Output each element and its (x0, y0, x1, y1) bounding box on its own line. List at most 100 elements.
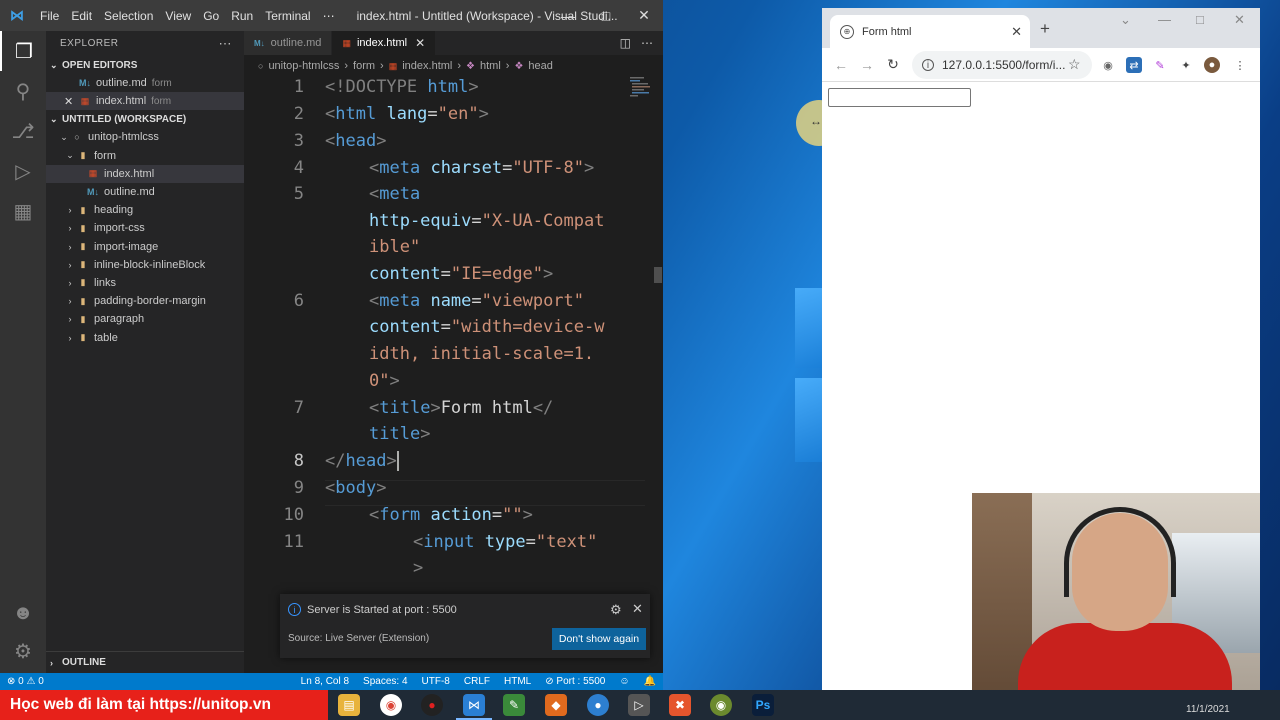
screen-capture-extension-icon[interactable]: ⇄ (1126, 57, 1142, 73)
vscode-taskbar-icon[interactable]: ⋈ (456, 694, 492, 720)
problems-indicator[interactable]: ⊗ 0 ⚠ 0 (0, 676, 51, 687)
language-mode[interactable]: HTML (497, 676, 538, 687)
notification-gear-icon[interactable]: ⚙ (610, 602, 622, 618)
app-icon[interactable]: ◉ (710, 694, 732, 716)
account-icon[interactable]: ☻ (0, 593, 46, 633)
address-bar[interactable]: i 127.0.0.1:5500/form/i... (912, 51, 1092, 79)
close-tab-icon[interactable]: ✕ (415, 36, 425, 50)
workspace-section[interactable]: ⌄ UNTITLED (WORKSPACE) (46, 110, 244, 128)
folder-item[interactable]: › ▮ links (46, 274, 244, 292)
close-icon[interactable]: ✕ (1234, 12, 1245, 28)
breadcrumb-item[interactable]: html (480, 60, 501, 72)
menu-terminal[interactable]: Terminal (259, 9, 316, 23)
search-icon[interactable]: ⚲ (0, 71, 46, 111)
app-icon[interactable]: ● (587, 694, 609, 716)
site-info-icon[interactable]: i (922, 59, 934, 71)
folder-item-root[interactable]: ⌄ ○ unitop-htmlcss (46, 128, 244, 146)
minimize-icon[interactable]: — (1158, 12, 1171, 27)
menu-selection[interactable]: Selection (98, 9, 159, 23)
close-icon[interactable]: ✕ (625, 0, 663, 31)
open-editor-item[interactable]: ✕ ▦ index.html form (46, 92, 244, 111)
menu-view[interactable]: View (159, 9, 197, 23)
minimize-icon[interactable]: — (549, 0, 587, 31)
system-clock[interactable]: 11/1/2021 (1186, 704, 1230, 715)
folder-item[interactable]: › ▮ padding-border-margin (46, 292, 244, 310)
minimap[interactable] (630, 77, 652, 107)
breadcrumb-item[interactable]: index.html (402, 60, 452, 72)
code-editor[interactable]: 1 2 3 4 5 6 7 8 9 10 11 <!DOCTYPE html> <html lang… (244, 77, 663, 673)
maximize-icon[interactable]: □ (587, 0, 625, 31)
feedback-icon[interactable]: ☺ (612, 676, 636, 687)
reload-icon[interactable]: ↻ (880, 56, 906, 73)
outline-section[interactable]: › OUTLINE (46, 651, 244, 673)
forward-icon[interactable]: → (854, 57, 880, 73)
outline-label: OUTLINE (62, 657, 106, 668)
indentation[interactable]: Spaces: 4 (356, 676, 414, 687)
new-tab-icon[interactable]: + (1040, 19, 1050, 39)
encoding[interactable]: UTF-8 (415, 676, 457, 687)
pen-extension-icon[interactable]: ✎ (1152, 57, 1168, 73)
tab-search-chevron-icon[interactable]: ⌄ (1120, 12, 1131, 28)
camera-extension-icon[interactable]: ◉ (1100, 57, 1116, 73)
file-item-index[interactable]: ▦ index.html (46, 164, 244, 183)
open-editor-item[interactable]: M↓ outline.md form (46, 74, 244, 92)
chrome-tab-strip: ⊕ Form html ✕ + ⌄ — □ ✕ (822, 8, 1260, 48)
file-item-outline[interactable]: M↓ outline.md (46, 183, 244, 201)
notifications-bell-icon[interactable]: 🔔 (637, 676, 663, 687)
profile-avatar[interactable]: ● (1204, 57, 1220, 73)
browser-tab[interactable]: ⊕ Form html ✕ (830, 15, 1030, 48)
extensions-icon[interactable]: ▦ (0, 191, 46, 231)
menu-edit[interactable]: Edit (65, 9, 98, 23)
back-icon[interactable]: ← (828, 57, 854, 73)
maximize-icon[interactable]: □ (1196, 12, 1204, 27)
explorer-icon[interactable]: ❐ (0, 31, 46, 71)
open-editors-section[interactable]: ⌄ OPEN EDITORS (46, 56, 244, 74)
more-actions-icon[interactable]: ⋯ (219, 36, 233, 52)
breadcrumb-item[interactable]: head (528, 60, 552, 72)
manage-gear-icon[interactable]: ⚙ (0, 631, 46, 671)
extensions-puzzle-icon[interactable]: ✦ (1178, 57, 1194, 73)
tab-index-html[interactable]: ▦ index.html ✕ (332, 31, 437, 55)
end-of-line[interactable]: CRLF (457, 676, 497, 687)
vertical-scrollbar[interactable] (654, 267, 662, 283)
markdown-file-icon: M↓ (87, 187, 99, 198)
tab-outline-md[interactable]: M↓ outline.md (244, 31, 333, 55)
folder-item[interactable]: › ▮ import-css (46, 219, 244, 237)
menu-go[interactable]: Go (197, 9, 225, 23)
folder-item[interactable]: › ▮ import-image (46, 238, 244, 256)
xampp-icon[interactable]: ✖ (669, 694, 691, 716)
file-explorer-icon[interactable]: ▤ (338, 694, 360, 716)
app-icon[interactable]: ◆ (545, 694, 567, 716)
notification-close-icon[interactable]: ✕ (632, 601, 643, 617)
photoshop-icon[interactable]: Ps (752, 694, 774, 716)
folder-item[interactable]: › ▮ inline-block-inlineBlock (46, 256, 244, 274)
source-control-icon[interactable]: ⎇ (0, 111, 46, 151)
breadcrumb-item[interactable]: unitop-htmlcss (268, 60, 339, 72)
chrome-taskbar-icon[interactable]: ◉ (380, 694, 402, 716)
vscode-logo-icon: ⋈ (10, 7, 24, 23)
run-debug-icon[interactable]: ▷ (0, 151, 46, 191)
menu-more[interactable]: ⋯ (317, 9, 341, 23)
breadcrumb-item[interactable]: form (353, 60, 375, 72)
live-server-port[interactable]: ⊘ Port : 5500 (538, 676, 612, 687)
close-tab-icon[interactable]: ✕ (1011, 24, 1022, 40)
menu-file[interactable]: File (34, 9, 65, 23)
media-icon[interactable]: ▷ (628, 694, 650, 716)
editor-more-icon[interactable]: ⋯ (641, 36, 653, 50)
resize-cursor-icon: ↔ (810, 114, 822, 128)
chrome-menu-icon[interactable]: ⋮ (1232, 57, 1248, 73)
dont-show-again-button[interactable]: Don't show again (552, 628, 646, 650)
menu-run[interactable]: Run (225, 9, 259, 23)
line-number: 6 (293, 291, 304, 311)
folder-item[interactable]: › ▮ heading (46, 201, 244, 219)
folder-item[interactable]: › ▮ paragraph (46, 310, 244, 328)
record-icon[interactable]: ● (421, 694, 443, 716)
folder-item-form[interactable]: ⌄ ▮ form (46, 147, 244, 165)
notepad-icon[interactable]: ✎ (503, 694, 525, 716)
cursor-position[interactable]: Ln 8, Col 8 (294, 676, 356, 687)
close-editor-icon[interactable]: ✕ (64, 95, 78, 108)
folder-item[interactable]: › ▮ table (46, 328, 244, 346)
split-editor-icon[interactable]: ◫ (620, 36, 631, 50)
bookmark-star-icon[interactable]: ☆ (1068, 56, 1081, 73)
text-input[interactable] (828, 88, 971, 107)
